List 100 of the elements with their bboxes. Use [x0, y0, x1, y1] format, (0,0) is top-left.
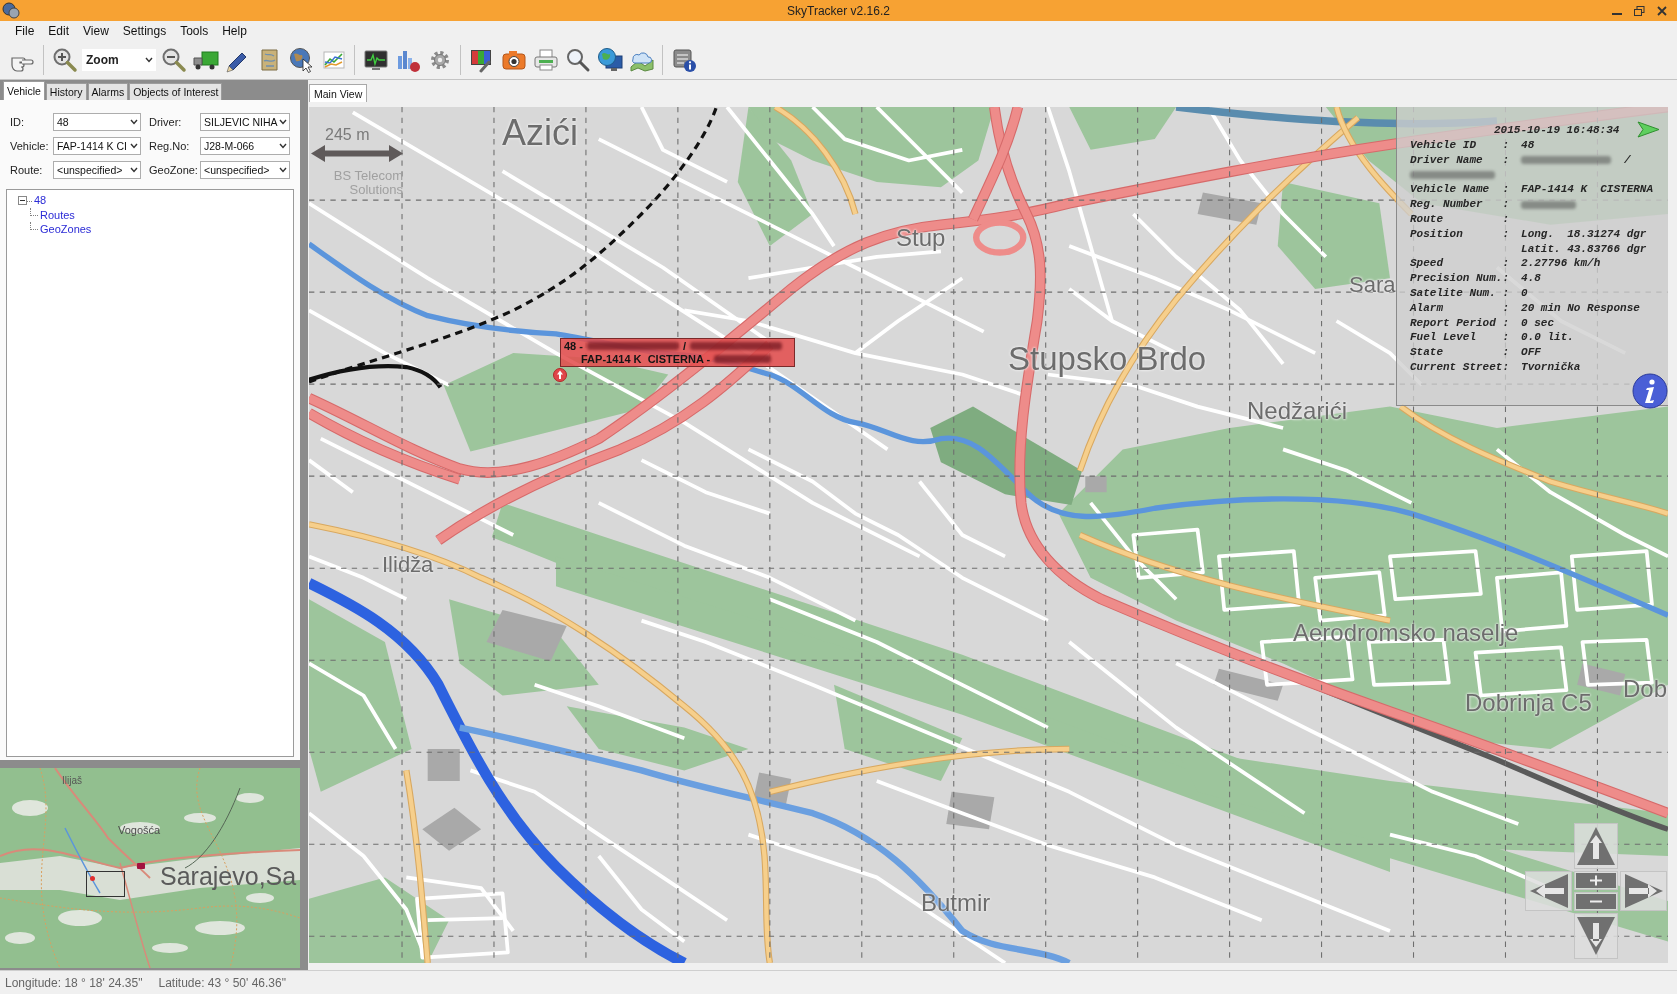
vehicle-label-text: FAP-1414 K CISTERNA - [581, 352, 711, 365]
window-title: SkyTracker v2.16.2 [787, 3, 890, 18]
monitor-icon[interactable] [362, 47, 389, 73]
info-label: Fuel Level : [1410, 330, 1510, 346]
building [1213, 668, 1284, 701]
info-label: Speed : [1410, 256, 1510, 272]
viewport-frame [86, 871, 125, 897]
place-label: Nedžarići [1247, 399, 1348, 423]
arrow-down-icon [1575, 915, 1617, 957]
zoom-out-icon[interactable] [160, 47, 187, 73]
vehicle-label-text: / [682, 340, 687, 353]
filter-dropdown[interactable]: <unspecified> [53, 161, 141, 179]
building [427, 749, 460, 782]
search-icon[interactable] [564, 47, 591, 73]
info-label: Position : [1410, 226, 1510, 242]
server-info-icon[interactable] [670, 47, 697, 73]
info-value: FAP-1414 K CISTERNA [1521, 182, 1654, 198]
zoom-out-button[interactable] [1574, 892, 1618, 911]
latitude-readout: Latitude: 43 ° 50' 46.36" [158, 975, 286, 990]
place-label: Azići [502, 115, 578, 151]
panel-tab[interactable]: History [45, 83, 87, 100]
zoom-in-button[interactable] [1574, 871, 1618, 890]
menu-item[interactable]: File [8, 23, 42, 39]
pan-down-button[interactable] [1574, 913, 1618, 959]
filter-dropdown[interactable]: J28-M-066 [200, 137, 290, 155]
menu-item[interactable]: Help [215, 23, 254, 39]
info-label: Route : [1410, 212, 1510, 227]
close-icon[interactable] [1657, 5, 1667, 16]
position-dot-icon [90, 876, 95, 881]
view-tab[interactable]: Main View [309, 84, 368, 102]
scale-distance: 245 m [325, 127, 370, 143]
info-value: 48 [1521, 138, 1535, 153]
panel-tab[interactable]: Objects of Interest [129, 83, 223, 100]
zoom-mode-dropdown[interactable]: Zoom [82, 49, 156, 71]
collapse-icon[interactable] [18, 195, 27, 205]
place-label: Sara [1349, 274, 1396, 296]
menu-item[interactable]: Edit [41, 23, 77, 39]
caret-icon[interactable] [130, 167, 138, 173]
info-label: State : [1410, 345, 1510, 360]
info-value: 0 [1521, 285, 1528, 301]
pan-left-button[interactable] [1525, 871, 1572, 911]
menu-item[interactable]: View [76, 23, 116, 39]
menu-item[interactable]: Settings [115, 23, 174, 39]
place-label: Stup [896, 226, 946, 250]
place-label: Vogošća [118, 825, 161, 836]
pan-up-button[interactable] [1574, 823, 1618, 869]
info-label: Vehicle Name : [1410, 182, 1510, 198]
info-icon[interactable] [1632, 373, 1668, 409]
square-marker-icon [137, 863, 145, 869]
caret-icon[interactable] [130, 119, 138, 125]
building [1577, 663, 1626, 696]
info-value: 2.27796 km/h [1521, 256, 1601, 272]
caret-icon[interactable] [279, 167, 287, 173]
restore-icon[interactable] [1634, 5, 1645, 16]
info-label: Satelite Num. : [1410, 285, 1510, 301]
tree-item[interactable]: GeoZones [40, 223, 92, 236]
filter-dropdown[interactable]: <unspecified> [200, 161, 290, 179]
redacted-block [714, 354, 772, 363]
filter-dropdown[interactable]: 48 [53, 113, 141, 131]
info-value: / [1624, 152, 1631, 168]
field-label: Reg.No: [149, 139, 191, 153]
info-value: 4.8 [1521, 271, 1541, 286]
field-label: Driver: [149, 115, 183, 129]
place-label: Ilidža [382, 554, 434, 576]
info-value: 0 sec [1521, 315, 1555, 331]
map-credit: BS Telecom Solutions [332, 169, 403, 197]
place-label: Sarajevo,Sa [160, 864, 297, 889]
panel-tab[interactable]: Vehicle [3, 81, 45, 100]
caret-icon[interactable] [145, 57, 153, 63]
info-value: 20 min No Response [1521, 300, 1640, 316]
info-value: Long. 18.31274 dgr [1521, 226, 1647, 242]
tree-item[interactable]: 48 [34, 194, 47, 207]
building [753, 772, 792, 805]
pan-right-button[interactable] [1620, 871, 1667, 911]
tree-item[interactable]: Routes [40, 208, 75, 221]
info-value: 0.0 lit. [1521, 330, 1574, 346]
caret-icon[interactable] [279, 143, 287, 149]
globe-cursor-icon[interactable] [288, 47, 315, 73]
caret-icon[interactable] [279, 119, 287, 125]
info-label: Current Street: [1410, 359, 1510, 375]
zoom-in-icon [1576, 873, 1616, 888]
filter-dropdown[interactable]: FAP-1414 K CI [53, 137, 141, 155]
info-label: Reg. Number : [1410, 197, 1510, 212]
zoom-in-icon[interactable] [51, 47, 78, 73]
menu-item[interactable]: Tools [173, 23, 216, 39]
arrow-right-icon [1622, 873, 1665, 909]
info-value: Tvornička [1521, 359, 1581, 375]
filter-dropdown[interactable]: SILJEVIC NIHA [200, 113, 290, 131]
info-label: Alarm : [1410, 300, 1510, 316]
info-value: OFF [1521, 345, 1541, 360]
vehicle-label-text: 48 - [564, 340, 583, 353]
info-timestamp: 2015-10-19 16:48:34 [1494, 123, 1620, 138]
panel-tab[interactable]: Alarms [87, 83, 129, 100]
arrow-up-icon [1575, 825, 1617, 867]
field-label: ID: [9, 115, 26, 129]
printer-icon[interactable] [532, 47, 559, 73]
field-label: GeoZone: [149, 163, 199, 177]
app-logo-icon [2, 2, 20, 19]
globe-monitor-icon[interactable] [596, 47, 623, 73]
caret-icon[interactable] [130, 143, 138, 149]
